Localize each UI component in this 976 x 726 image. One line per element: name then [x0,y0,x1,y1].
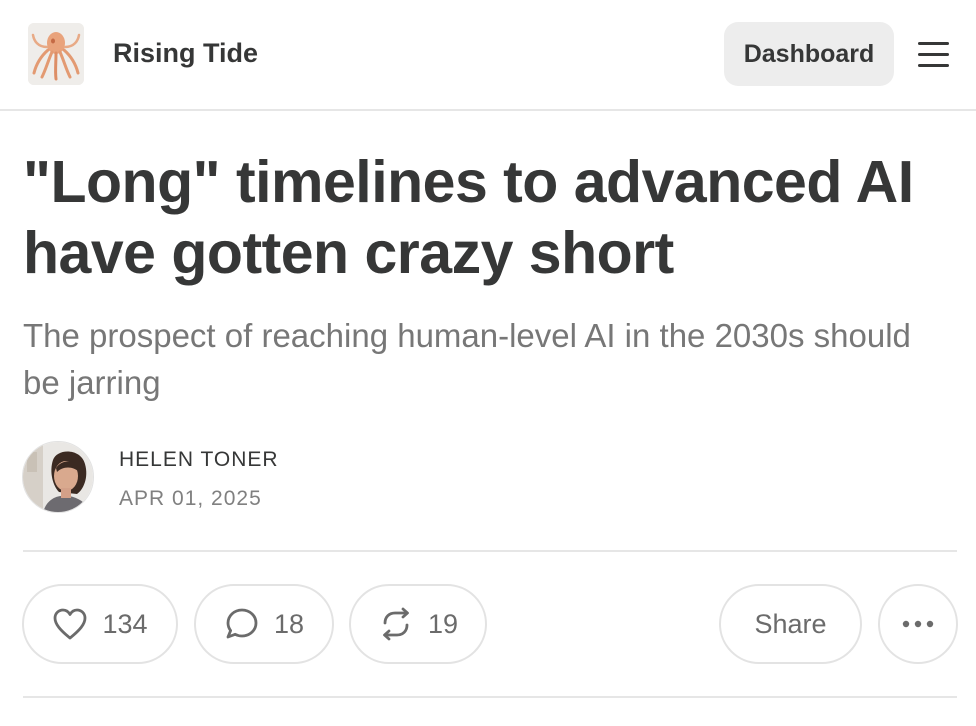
publication-logo[interactable] [28,23,84,85]
author-name[interactable]: HELEN TONER [119,448,279,472]
share-label: Share [754,608,827,639]
comment-count: 18 [273,608,305,639]
comment-button[interactable]: 18 [194,584,334,664]
top-bar: Rising Tide Dashboard [0,0,976,111]
restack-icon [383,607,409,641]
divider [23,550,957,552]
divider [23,696,957,698]
restack-count: 19 [427,608,459,639]
octopus-icon [28,23,84,85]
more-icon [902,620,934,628]
like-button[interactable]: 134 [22,584,178,664]
hamburger-menu-icon[interactable] [918,38,950,70]
dashboard-button[interactable]: Dashboard [724,22,894,86]
more-options-button[interactable] [878,584,958,664]
share-button[interactable]: Share [719,584,862,664]
post-date: APR 01, 2025 [119,487,262,510]
comment-icon [226,608,258,639]
post-title: "Long" timelines to advanced AI have got… [23,149,914,286]
publication-name[interactable]: Rising Tide [113,38,258,69]
like-count: 134 [102,608,148,639]
post-subtitle: The prospect of reaching human-level AI … [23,317,911,401]
author-photo-icon [23,442,93,512]
heart-icon [54,608,87,640]
author-avatar[interactable] [22,441,94,513]
restack-button[interactable]: 19 [349,584,487,664]
